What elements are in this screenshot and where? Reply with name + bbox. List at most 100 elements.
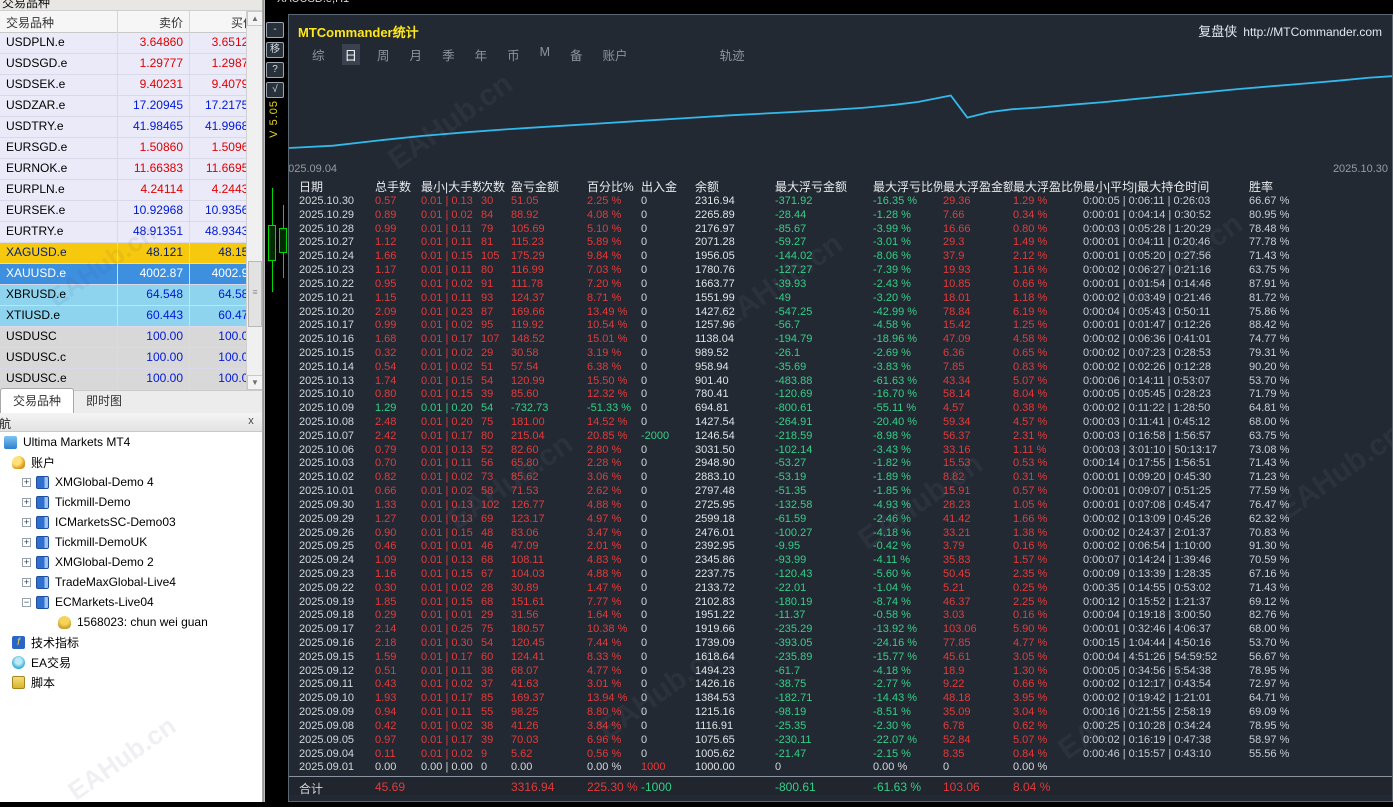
market-watch-row[interactable]: XTIUSD.e60.44360.476 (0, 306, 262, 327)
expand-icon[interactable]: + (22, 578, 31, 587)
date-cell: 2025.09.01 (299, 761, 375, 775)
date-cell: 2025.09.18 (299, 609, 375, 623)
scrollbar-thumb[interactable] (248, 261, 262, 327)
minimize-button[interactable]: - (266, 22, 284, 38)
tab-tick-chart[interactable]: 即时图 (74, 389, 134, 413)
hold_time-cell: 0:00:09 | 0:13:39 | 1:28:35 (1083, 568, 1249, 582)
nav-item-broker[interactable]: Ultima Markets MT4 (0, 432, 262, 452)
market-watch-row[interactable]: USDSEK.e9.402319.40795 (0, 75, 262, 96)
market-watch-row[interactable]: EURPLN.e4.241144.24435 (0, 180, 262, 201)
table-row: 2025.10.241.660.01 | 0.15105175.299.84 %… (289, 250, 1392, 264)
nav-item-scripts[interactable]: 脚本 (0, 672, 262, 692)
bid-cell: 48.121 (118, 243, 190, 263)
brand-link[interactable]: 复盘侠http://MTCommander.com (1198, 21, 1382, 40)
table-row: 2025.10.072.420.01 | 0.1780215.0420.85 %… (289, 430, 1392, 444)
market-watch-row[interactable]: USDUSC.e100.00100.00 (0, 369, 262, 390)
max_float_loss-cell: -800.61 (775, 402, 873, 416)
table-row: 2025.10.211.150.01 | 0.1193124.378.71 %0… (289, 292, 1392, 306)
market-watch-row[interactable]: EURSGD.e1.508601.50961 (0, 138, 262, 159)
max_float_loss-cell: -120.43 (775, 568, 873, 582)
max_float_loss_pct-cell: -22.07 % (873, 734, 943, 748)
nav-item-account[interactable]: +Tickmill-DemoUK (0, 532, 262, 552)
max_float_profit_pct-cell: 0.66 % (1013, 278, 1083, 292)
max_float_profit_pct-cell: 1.66 % (1013, 513, 1083, 527)
pct-cell: 2.01 % (587, 540, 641, 554)
date-cell: 2025.10.10 (299, 388, 375, 402)
tab-symbols[interactable]: 交易品种 (0, 388, 74, 413)
market-watch-row[interactable]: USDZAR.e17.2094517.21757 (0, 96, 262, 117)
max_float_profit-cell: 3.79 (943, 540, 1013, 554)
pct-cell: 0.56 % (587, 748, 641, 762)
max_float_loss-cell: -132.58 (775, 499, 873, 513)
market-watch-row[interactable]: USDPLN.e3.648603.65129 (0, 33, 262, 54)
market-watch-row[interactable]: USDUSC.c100.00100.00 (0, 348, 262, 369)
scroll-up-icon[interactable]: ▲ (247, 11, 263, 26)
count-cell: 67 (481, 568, 511, 582)
nav-item-indicators[interactable]: f技术指标 (0, 632, 262, 652)
market-watch-scrollbar[interactable]: ▲ ▼ (246, 11, 262, 390)
collapse-icon[interactable]: − (22, 598, 31, 607)
move-button[interactable]: 移 (266, 42, 284, 58)
navigator-titlebar: 导航 x (0, 413, 262, 432)
nav-item-account[interactable]: +Tickmill-Demo (0, 492, 262, 512)
pl-cell: 181.00 (511, 416, 587, 430)
min_max_lots-cell: 0.01 | 0.02 (421, 361, 481, 375)
equity-curve-chart (289, 61, 1392, 163)
pl-cell: 169.66 (511, 306, 587, 320)
min_max_lots-cell: 0.01 | 0.02 (421, 319, 481, 333)
nav-item-account[interactable]: +XMGlobal-Demo 4 (0, 472, 262, 492)
win_rate-cell: 72.97 % (1249, 678, 1392, 692)
mtcommander-stats-panel: MTCommander统计 复盘侠http://MTCommander.com … (288, 14, 1393, 802)
nav-item-account[interactable]: +ICMarketsSC-Demo03 (0, 512, 262, 532)
market-watch-row[interactable]: EURNOK.e11.6638311.66957 (0, 159, 262, 180)
market-watch-row[interactable]: USDUSC100.00100.00 (0, 327, 262, 348)
balance-cell: 2797.48 (695, 485, 775, 499)
help-button[interactable]: ? (266, 62, 284, 78)
win_rate-cell: 67.16 % (1249, 568, 1392, 582)
nav-item-accounts-group[interactable]: 账户 (0, 452, 262, 472)
pct-cell: 0.00 % (587, 761, 641, 775)
pct-cell: 10.38 % (587, 623, 641, 637)
market-watch-row[interactable]: XAGUSD.e48.12148.152 (0, 243, 262, 264)
nav-item-account[interactable]: +XMGlobal-Demo 2 (0, 552, 262, 572)
pct-cell: 3.19 % (587, 347, 641, 361)
max_float_loss_pct-cell: -16.35 % (873, 195, 943, 209)
pl-cell: 30.58 (511, 347, 587, 361)
market-watch-row[interactable]: EURTRY.e48.9135148.93432 (0, 222, 262, 243)
min_max_lots-cell: 0.01 | 0.17 (421, 734, 481, 748)
market-watch-row[interactable]: EURSEK.e10.9296810.93563 (0, 201, 262, 222)
market-watch-row[interactable]: XAUUSD.e4002.874002.92 (0, 264, 262, 285)
in_out-cell: 0 (641, 306, 695, 320)
table-row: 2025.10.280.990.01 | 0.1179105.695.10 %0… (289, 223, 1392, 237)
nav-item-logged-account[interactable]: 1568023: chun wei guan (0, 612, 262, 632)
expand-icon[interactable]: + (22, 558, 31, 567)
lots-cell: 0.94 (375, 706, 421, 720)
expand-icon[interactable]: + (22, 518, 31, 527)
win_rate-cell: 56.67 % (1249, 651, 1392, 665)
max_float_loss-cell: -102.14 (775, 444, 873, 458)
max_float_profit-cell: 8.82 (943, 471, 1013, 485)
pct-cell: 3.84 % (587, 720, 641, 734)
max_float_profit-cell: 10.85 (943, 278, 1013, 292)
market-watch-row[interactable]: USDTRY.e41.9846541.99686 (0, 117, 262, 138)
pl-cell: 120.99 (511, 375, 587, 389)
close-icon[interactable]: x (244, 415, 258, 427)
balance-cell: 958.94 (695, 361, 775, 375)
pl-cell: 215.04 (511, 430, 587, 444)
expand-icon[interactable]: + (22, 538, 31, 547)
expand-icon[interactable]: + (22, 478, 31, 487)
confirm-button[interactable]: √ (266, 82, 284, 98)
hold_time-cell: 0:00:03 | 0:11:41 | 0:45:12 (1083, 416, 1249, 430)
scroll-down-icon[interactable]: ▼ (247, 375, 263, 390)
symbol-cell: XTIUSD.e (0, 306, 118, 326)
nav-item-account[interactable]: −ECMarkets-Live04 (0, 592, 262, 612)
market-watch-row[interactable]: XBRUSD.e64.54864.583 (0, 285, 262, 306)
max_float_loss-cell: -120.69 (775, 388, 873, 402)
nav-item-expert-advisors[interactable]: EA交易 (0, 652, 262, 672)
nav-item-account[interactable]: +TradeMaxGlobal-Live4 (0, 572, 262, 592)
min_max_lots-cell: 0.01 | 0.13 (421, 444, 481, 458)
market-watch-row[interactable]: USDSGD.e1.297771.29874 (0, 54, 262, 75)
balance-cell: 1956.05 (695, 250, 775, 264)
expand-icon[interactable]: + (22, 498, 31, 507)
date-cell: 2025.09.30 (299, 499, 375, 513)
